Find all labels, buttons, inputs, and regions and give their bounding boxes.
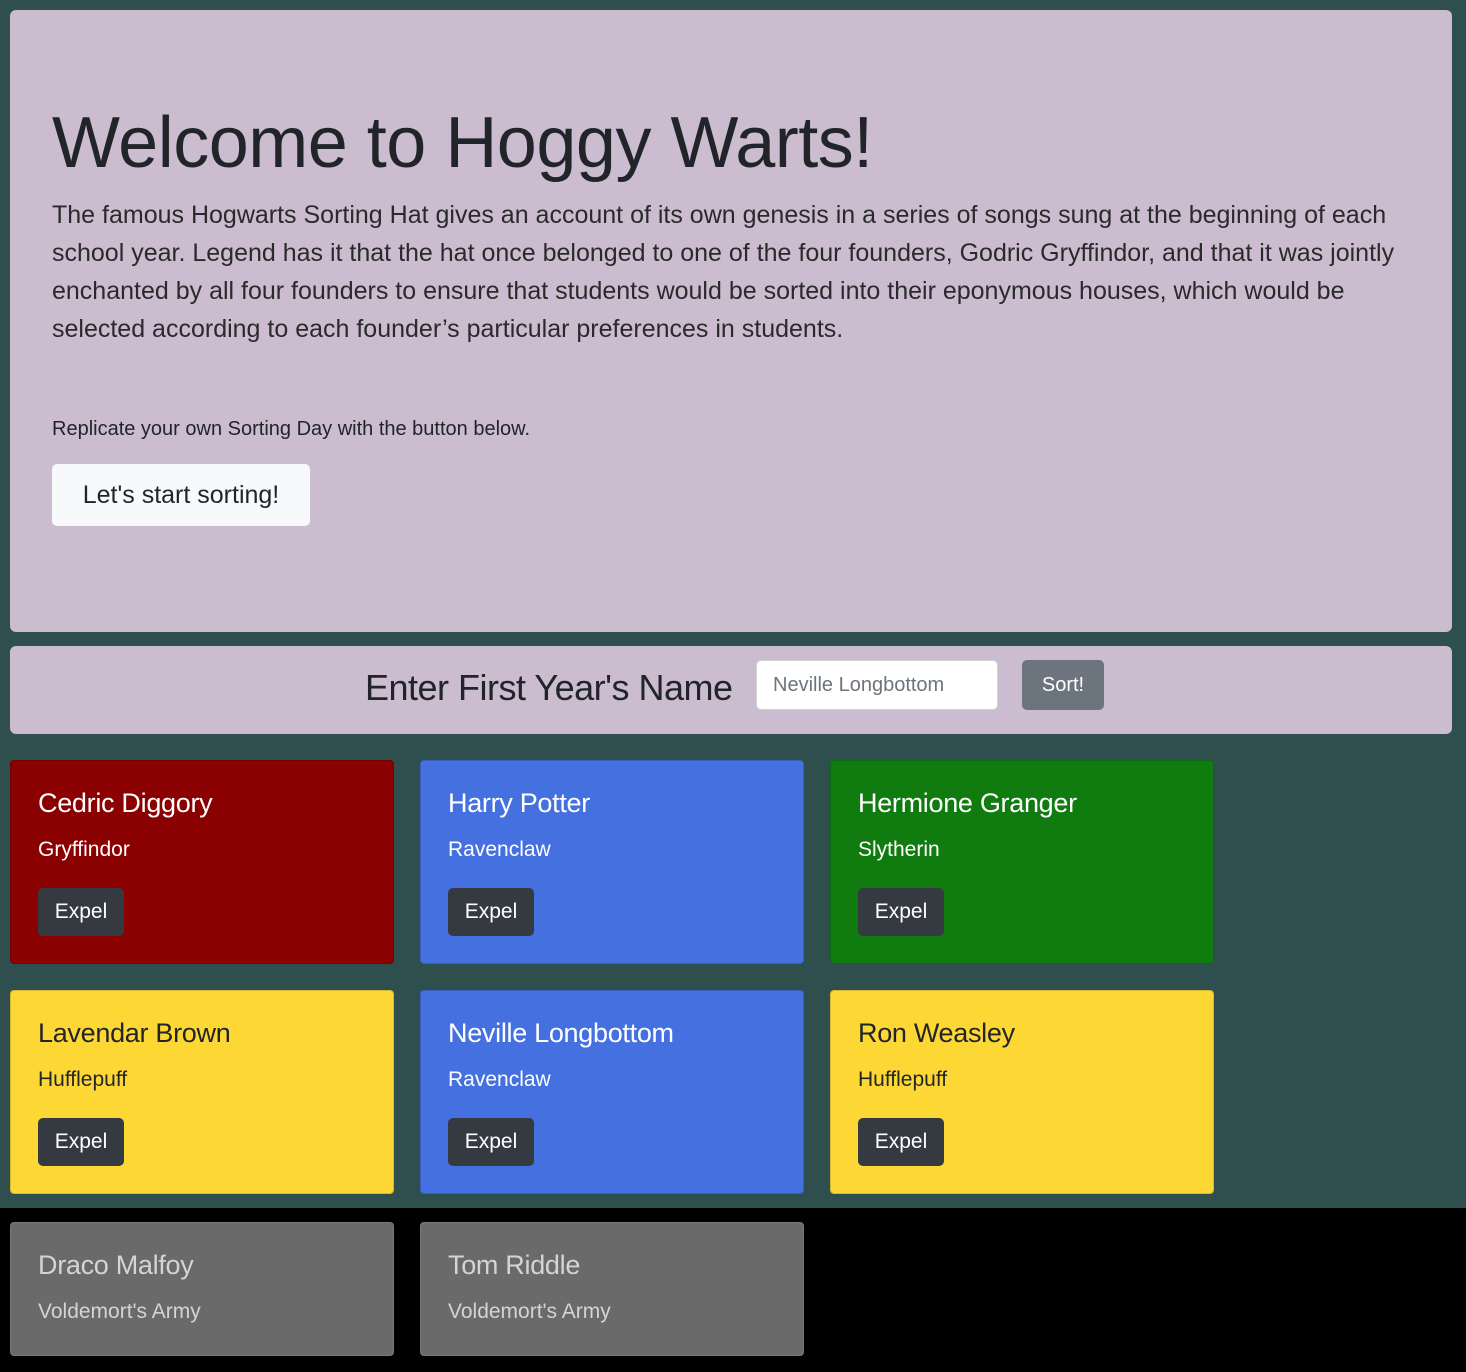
sorting-form: Enter First Year's Name Sort! [10,646,1452,734]
student-house: Hufflepuff [38,1068,128,1091]
student-house: Slytherin [858,838,940,861]
expel-button[interactable]: Expel [448,1118,534,1166]
page-title: Welcome to Hoggy Warts! [52,103,873,183]
sort-button[interactable]: Sort! [1022,660,1104,710]
expel-button[interactable]: Expel [858,888,944,936]
expel-button[interactable]: Expel [858,1118,944,1166]
student-card: Lavendar Brown Hufflepuff Expel [10,990,394,1194]
expel-button[interactable]: Expel [38,888,124,936]
student-name: Tom Riddle [448,1250,581,1280]
student-name: Hermione Granger [858,788,1077,818]
student-house: Ravenclaw [448,1068,551,1091]
intro-paragraph: The famous Hogwarts Sorting Hat gives an… [52,201,1395,343]
student-house: Voldemort's Army [38,1300,201,1323]
name-field-label: Enter First Year's Name [365,667,733,708]
student-name: Harry Potter [448,788,590,818]
student-card: Hermione Granger Slytherin Expel [830,760,1214,964]
student-card: Cedric Diggory Gryffindor Expel [10,760,394,964]
student-house: Ravenclaw [448,838,551,861]
student-name: Ron Weasley [858,1018,1015,1048]
student-name: Neville Longbottom [448,1018,674,1048]
instruction-text: Replicate your own Sorting Day with the … [52,418,531,440]
jumbotron: Welcome to Hoggy Warts! The famous Hogwa… [10,10,1452,632]
army-card: Draco Malfoy Voldemort's Army [10,1222,394,1356]
student-name: Cedric Diggory [38,788,213,818]
student-card: Harry Potter Ravenclaw Expel [420,760,804,964]
student-card: Ron Weasley Hufflepuff Expel [830,990,1214,1194]
student-house: Hufflepuff [858,1068,948,1091]
student-house: Voldemort's Army [448,1300,611,1323]
expel-button[interactable]: Expel [38,1118,124,1166]
start-sorting-button[interactable]: Let's start sorting! [52,464,310,526]
student-name: Lavendar Brown [38,1018,231,1048]
student-card: Neville Longbottom Ravenclaw Expel [420,990,804,1194]
student-house: Gryffindor [38,838,130,861]
army-card: Tom Riddle Voldemort's Army [420,1222,804,1356]
expel-button[interactable]: Expel [448,888,534,936]
student-name: Draco Malfoy [38,1250,194,1280]
student-name-input[interactable] [756,660,998,710]
